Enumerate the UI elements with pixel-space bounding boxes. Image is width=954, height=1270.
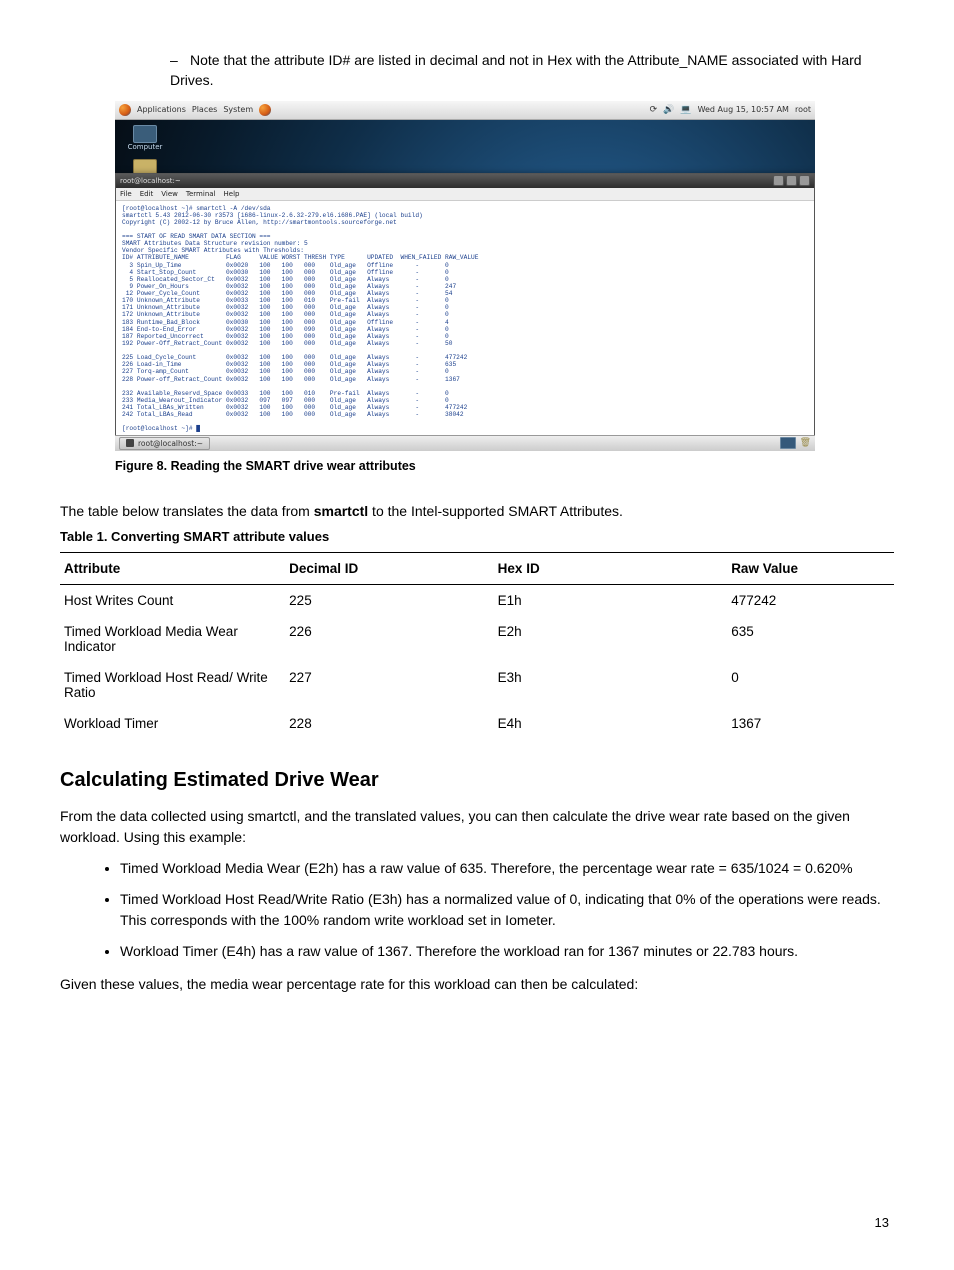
intro-bold: smartctl: [314, 503, 368, 519]
screenshot-figure: Applications Places System ⟳ 🔊 💻 Wed Aug…: [115, 101, 815, 473]
menu-applications[interactable]: Applications: [137, 105, 186, 114]
cell-attribute: Host Writes Count: [60, 584, 285, 616]
col-attribute: Attribute: [60, 552, 285, 584]
computer-label: Computer: [128, 143, 163, 151]
terminal-task-icon: [126, 439, 134, 447]
figure-caption-text: Reading the SMART drive wear attributes: [171, 459, 416, 473]
terminal-title-text: root@localhost:~: [120, 177, 181, 185]
linux-desktop: Applications Places System ⟳ 🔊 💻 Wed Aug…: [115, 101, 815, 451]
intro-post: to the Intel-supported SMART Attributes.: [368, 503, 623, 519]
list-item: Timed Workload Host Read/Write Ratio (E3…: [120, 889, 894, 931]
menu-system[interactable]: System: [223, 105, 253, 114]
list-item: Workload Timer (E4h) has a raw value of …: [120, 941, 894, 962]
cell-decimal: 225: [285, 584, 494, 616]
table-caption: Table 1. Converting SMART attribute valu…: [60, 529, 894, 544]
table-intro-text: The table below translates the data from…: [60, 501, 894, 521]
cell-hex: E1h: [494, 584, 728, 616]
close-button[interactable]: [799, 175, 810, 186]
closing-para: Given these values, the media wear perce…: [60, 974, 894, 995]
user-menu[interactable]: root: [795, 105, 811, 114]
bullet-list: Timed Workload Media Wear (E2h) has a ra…: [60, 858, 894, 962]
term-menu-terminal[interactable]: Terminal: [186, 190, 216, 198]
updates-icon[interactable]: ⟳: [650, 105, 658, 115]
page-number: 13: [875, 1215, 889, 1230]
clock-text[interactable]: Wed Aug 15, 10:57 AM: [698, 105, 789, 114]
menu-places[interactable]: Places: [192, 105, 217, 114]
cell-raw: 1367: [727, 708, 894, 739]
gnome-bottom-panel: root@localhost:~ 🗑: [115, 435, 815, 451]
col-hex-id: Hex ID: [494, 552, 728, 584]
workspace-switcher[interactable]: [780, 437, 796, 449]
cell-decimal: 226: [285, 616, 494, 662]
cell-raw: 0: [727, 662, 894, 708]
task-label: root@localhost:~: [138, 439, 203, 448]
figure-caption: Figure 8. Reading the SMART drive wear a…: [115, 459, 815, 473]
table-row: Timed Workload Host Read/ Write Ratio 22…: [60, 662, 894, 708]
figure-caption-prefix: Figure 8.: [115, 459, 171, 473]
gnome-top-panel: Applications Places System ⟳ 🔊 💻 Wed Aug…: [115, 101, 815, 120]
dash: –: [170, 50, 190, 70]
list-item: Timed Workload Media Wear (E2h) has a ra…: [120, 858, 894, 879]
firefox-icon: [119, 104, 131, 116]
cell-hex: E3h: [494, 662, 728, 708]
terminal-window: root@localhost:~ File Edit View Terminal…: [115, 173, 815, 451]
term-menu-help[interactable]: Help: [224, 190, 240, 198]
section-intro-para: From the data collected using smartctl, …: [60, 806, 894, 848]
computer-desktop-icon[interactable]: Computer: [121, 125, 169, 151]
term-menu-view[interactable]: View: [161, 190, 178, 198]
network-icon[interactable]: 💻: [680, 105, 691, 115]
note-text: Note that the attribute ID# are listed i…: [170, 52, 862, 88]
trash-icon[interactable]: 🗑: [800, 438, 811, 448]
terminal-menubar: File Edit View Terminal Help: [116, 188, 814, 201]
intro-pre: The table below translates the data from: [60, 503, 314, 519]
cell-attribute: Timed Workload Media Wear Indicator: [60, 616, 285, 662]
table-header-row: Attribute Decimal ID Hex ID Raw Value: [60, 552, 894, 584]
cell-raw: 635: [727, 616, 894, 662]
monitor-icon: [133, 125, 157, 143]
minimize-button[interactable]: [773, 175, 784, 186]
col-raw-value: Raw Value: [727, 552, 894, 584]
cell-raw: 477242: [727, 584, 894, 616]
smart-attribute-table: Attribute Decimal ID Hex ID Raw Value Ho…: [60, 552, 894, 739]
section-heading: Calculating Estimated Drive Wear: [60, 769, 894, 792]
table-row: Workload Timer 228 E4h 1367: [60, 708, 894, 739]
table-row: Host Writes Count 225 E1h 477242: [60, 584, 894, 616]
term-menu-file[interactable]: File: [120, 190, 132, 198]
note-line: –Note that the attribute ID# are listed …: [170, 50, 894, 91]
cell-hex: E4h: [494, 708, 728, 739]
maximize-button[interactable]: [786, 175, 797, 186]
terminal-output[interactable]: [root@localhost ~]# smartctl -A /dev/sda…: [116, 201, 814, 451]
browser-launcher-icon[interactable]: [259, 104, 271, 116]
term-menu-edit[interactable]: Edit: [140, 190, 154, 198]
cell-decimal: 227: [285, 662, 494, 708]
cell-attribute: Workload Timer: [60, 708, 285, 739]
terminal-titlebar[interactable]: root@localhost:~: [116, 174, 814, 188]
table-row: Timed Workload Media Wear Indicator 226 …: [60, 616, 894, 662]
cell-hex: E2h: [494, 616, 728, 662]
volume-icon[interactable]: 🔊: [663, 105, 674, 115]
col-decimal-id: Decimal ID: [285, 552, 494, 584]
cell-attribute: Timed Workload Host Read/ Write Ratio: [60, 662, 285, 708]
taskbar-terminal-button[interactable]: root@localhost:~: [119, 437, 210, 450]
cell-decimal: 228: [285, 708, 494, 739]
